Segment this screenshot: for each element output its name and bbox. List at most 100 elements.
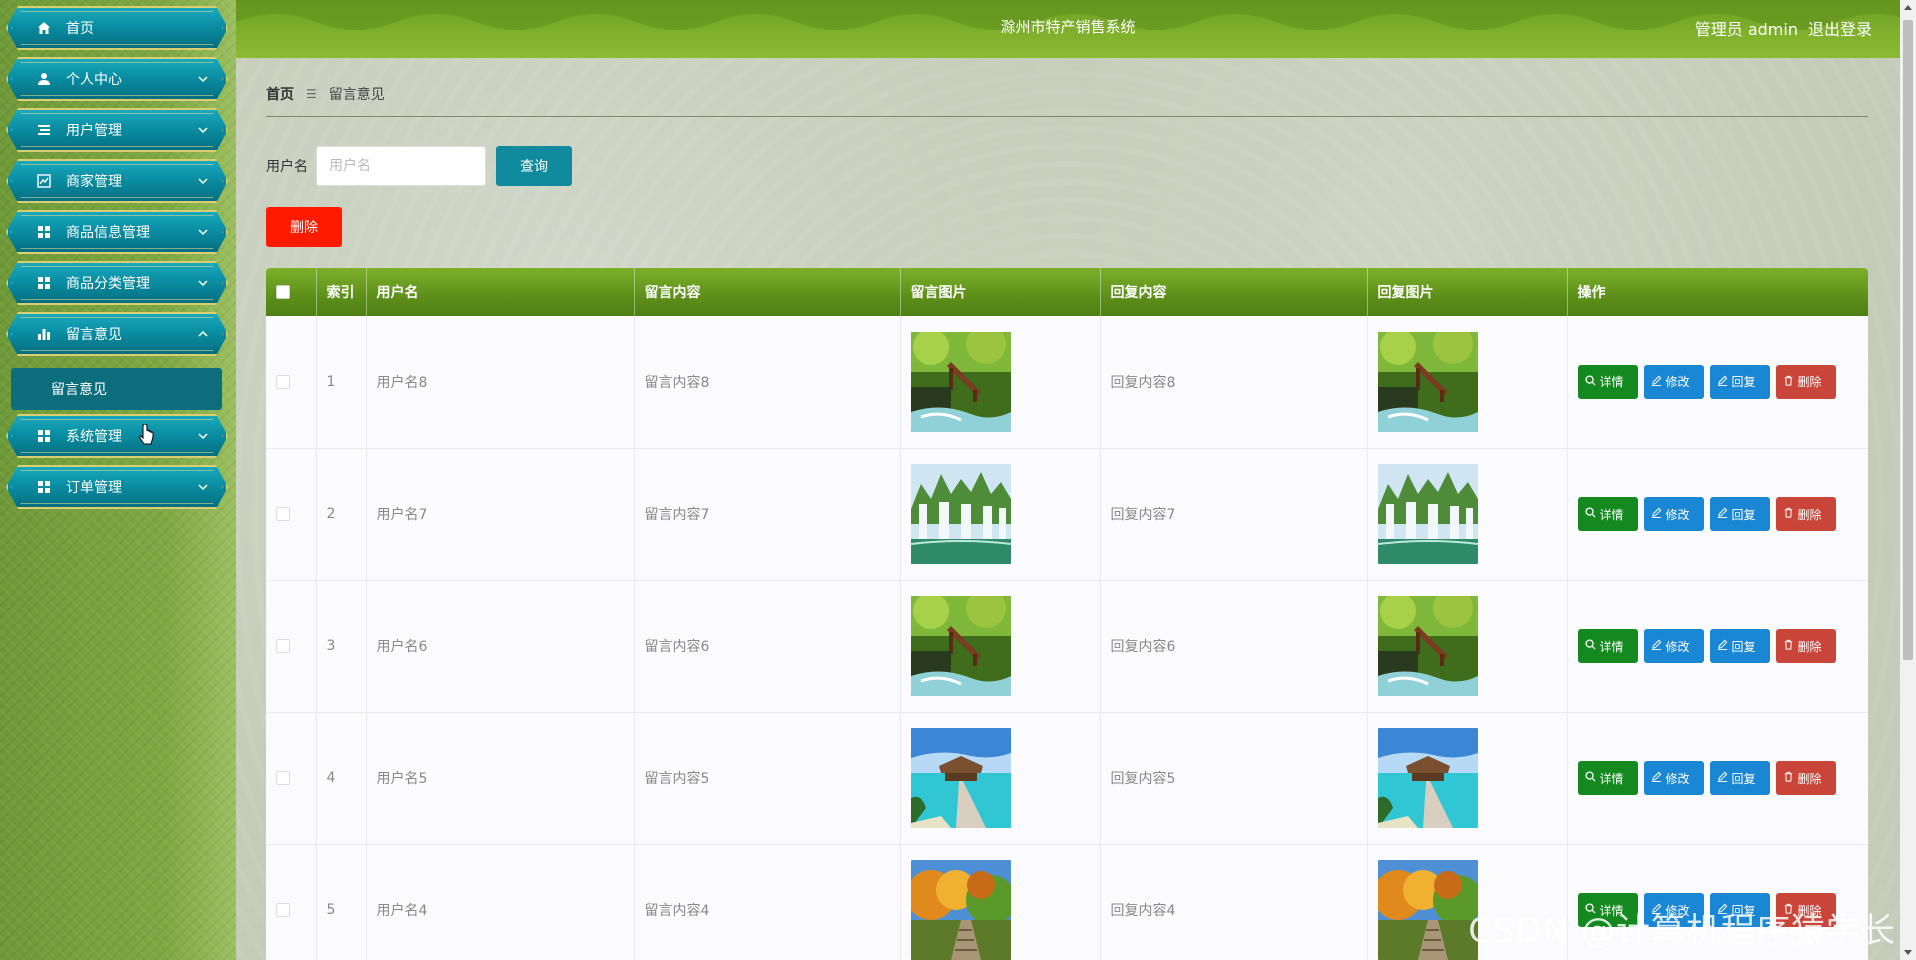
chevron-down-icon[interactable]	[196, 123, 210, 137]
edit-label: 修改	[1665, 375, 1690, 390]
reply-image[interactable]	[1377, 464, 1478, 564]
chevron-up-icon[interactable]	[196, 327, 210, 341]
cell-actions: 详情 修改 回复 删除	[1567, 712, 1868, 844]
query-button[interactable]: 查询	[496, 146, 572, 186]
table-row[interactable]: 4 用户名5 留言内容5 回复内容5 详情 修改 回复 删除	[266, 712, 1868, 844]
column-header: 留言内容	[634, 268, 901, 316]
grid-icon	[36, 479, 52, 495]
cell-username: 用户名8	[366, 316, 635, 448]
cell-index: 2	[316, 448, 367, 580]
cell-reply-image	[1367, 448, 1568, 580]
message-image[interactable]	[910, 728, 1011, 828]
column-header: 留言图片	[900, 268, 1101, 316]
sidebar-item[interactable]: 订单管理	[6, 465, 228, 509]
cell-content: 留言内容6	[634, 580, 901, 712]
page-scrollbar[interactable]	[1900, 0, 1916, 960]
row-select-cell	[266, 316, 317, 448]
cell-username: 用户名5	[366, 712, 635, 844]
reply-image[interactable]	[1377, 596, 1478, 696]
grid-icon	[36, 428, 52, 444]
detail-button[interactable]: 详情	[1577, 364, 1638, 399]
scroll-down-icon[interactable]	[1904, 950, 1912, 955]
logout-link[interactable]: 退出登录	[1808, 20, 1872, 39]
reply-icon	[1717, 507, 1732, 521]
detail-button[interactable]: 详情	[1577, 497, 1638, 531]
detail-button[interactable]: 详情	[1577, 629, 1638, 663]
scroll-up-icon[interactable]	[1904, 5, 1912, 10]
row-select-cell	[266, 844, 317, 960]
select-all-checkbox[interactable]	[276, 285, 290, 299]
edit-button[interactable]: 修改	[1643, 761, 1704, 795]
chevron-down-icon[interactable]	[196, 480, 210, 494]
message-image[interactable]	[910, 331, 1011, 432]
chevron-down-icon[interactable]	[196, 429, 210, 443]
sidebar-item-label: 留言意见	[66, 327, 122, 343]
column-header: 用户名	[366, 268, 635, 316]
delete-button[interactable]: 删除	[1775, 629, 1836, 663]
sidebar-item[interactable]: 商家管理	[6, 159, 228, 203]
reply-image[interactable]	[1377, 860, 1478, 960]
detail-label: 详情	[1599, 507, 1624, 522]
edit-label: 修改	[1665, 771, 1690, 786]
trash-icon	[1783, 771, 1798, 785]
cell-index: 1	[316, 316, 367, 448]
sidebar-item-label: 系统管理	[66, 429, 122, 445]
chevron-down-icon[interactable]	[196, 174, 210, 188]
username-search-input[interactable]	[316, 146, 486, 186]
delete-button[interactable]: 删除	[1775, 497, 1836, 531]
trash-icon	[1783, 375, 1798, 389]
message-image[interactable]	[910, 860, 1011, 960]
chevron-down-icon[interactable]	[196, 72, 210, 86]
reply-button[interactable]: 回复	[1709, 497, 1770, 531]
breadcrumb-home[interactable]: 首页	[266, 84, 294, 104]
sidebar-item[interactable]: 商品信息管理	[6, 210, 228, 254]
sidebar-item[interactable]: 用户管理	[6, 108, 228, 152]
bar-chart-icon	[36, 326, 52, 342]
row-checkbox[interactable]	[276, 639, 290, 653]
cell-message-image	[900, 448, 1101, 580]
sidebar-item-label: 商家管理	[66, 174, 122, 190]
cell-index: 5	[316, 844, 367, 960]
row-select-cell	[266, 448, 317, 580]
sidebar-item[interactable]: 个人中心	[6, 57, 228, 101]
cell-content: 留言内容8	[634, 316, 901, 448]
table-row[interactable]: 2 用户名7 留言内容7 回复内容7 详情 修改 回复 删除	[266, 448, 1868, 580]
delete-button[interactable]: 删除	[1775, 761, 1836, 795]
row-checkbox[interactable]	[276, 903, 290, 917]
reply-image[interactable]	[1377, 331, 1478, 432]
row-checkbox[interactable]	[276, 507, 290, 521]
bulk-delete-button[interactable]: 删除	[266, 207, 342, 247]
delete-button[interactable]: 删除	[1775, 364, 1836, 399]
scrollbar-thumb[interactable]	[1903, 20, 1913, 660]
table-row[interactable]: 3 用户名6 留言内容6 回复内容6 详情 修改 回复 删除	[266, 580, 1868, 712]
main-content: 首页 ☰ 留言意见 用户名 查询 删除 索引 用户名 留言内容 留言图片 回复内…	[236, 58, 1900, 960]
reply-button[interactable]: 回复	[1709, 761, 1770, 795]
sidebar-item[interactable]: 首页	[6, 6, 228, 50]
sidebar-item[interactable]: 系统管理	[6, 414, 228, 458]
submenu-item-feedback[interactable]: 留言意见	[11, 368, 222, 410]
sidebar-item-label: 个人中心	[66, 72, 122, 88]
trash-icon	[1783, 507, 1798, 521]
table-row[interactable]: 1 用户名8 留言内容8 回复内容8 详情 修改 回复 删除	[266, 316, 1868, 448]
delete-label: 删除	[1797, 507, 1822, 522]
row-checkbox[interactable]	[276, 771, 290, 785]
sidebar-item[interactable]: 商品分类管理	[6, 261, 228, 305]
row-checkbox[interactable]	[276, 374, 290, 389]
reply-button[interactable]: 回复	[1709, 364, 1770, 399]
edit-button[interactable]: 修改	[1643, 497, 1704, 531]
message-image[interactable]	[910, 596, 1011, 696]
edit-button[interactable]: 修改	[1643, 364, 1704, 399]
message-image[interactable]	[910, 464, 1011, 564]
reply-button[interactable]: 回复	[1709, 629, 1770, 663]
cell-message-image	[900, 580, 1101, 712]
edit-button[interactable]: 修改	[1643, 629, 1704, 663]
search-icon	[1584, 375, 1600, 389]
chevron-down-icon[interactable]	[196, 225, 210, 239]
detail-button[interactable]: 详情	[1577, 761, 1638, 795]
chevron-down-icon[interactable]	[196, 276, 210, 290]
sidebar-item[interactable]: 留言意见	[6, 312, 228, 356]
reply-image[interactable]	[1377, 728, 1478, 828]
cell-message-image	[900, 316, 1101, 448]
select-all-cell	[266, 268, 317, 316]
cell-actions: 详情 修改 回复 删除	[1567, 316, 1868, 448]
